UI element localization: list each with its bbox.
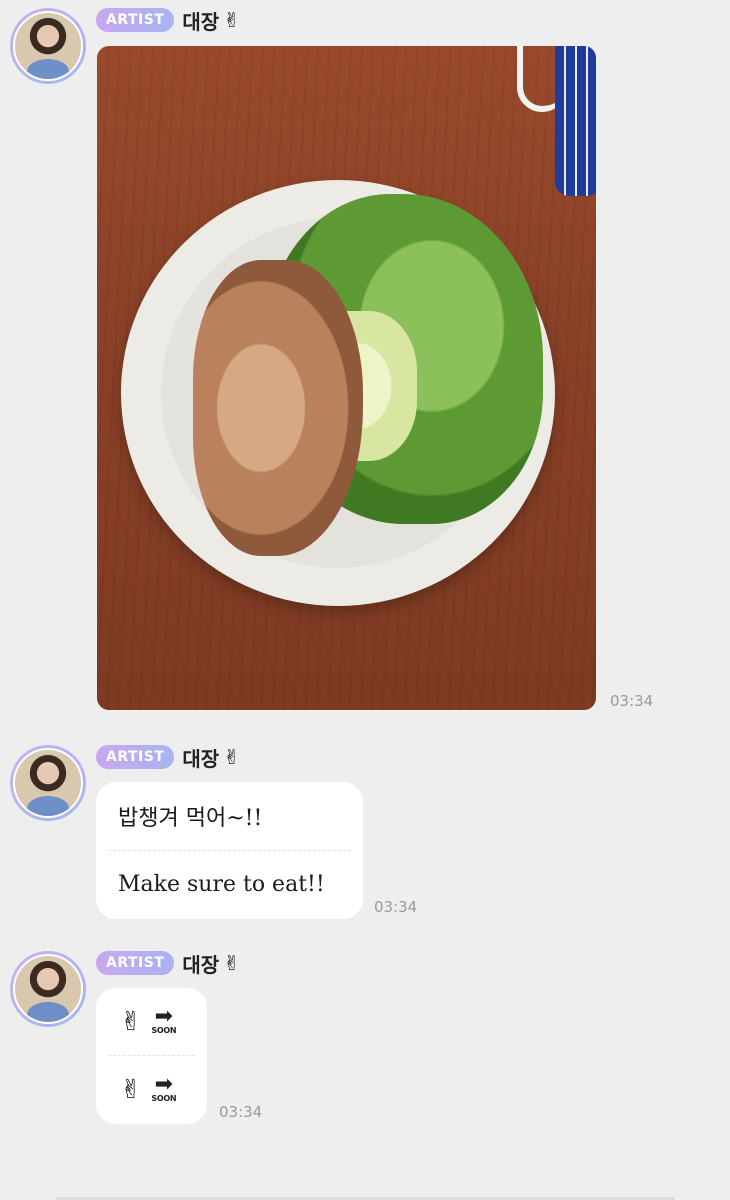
peace-sign-icon: ✌: [223, 745, 240, 769]
soon-arrow-icon: ➡ SOON: [151, 1004, 177, 1036]
food-photo[interactable]: [97, 46, 596, 710]
peace-sign-icon: ✌: [223, 8, 240, 32]
sticker-item: ✌ ➡ SOON: [96, 988, 207, 1055]
message-line-english: Make sure to eat!!: [118, 872, 325, 897]
artist-badge: ARTIST: [96, 745, 175, 769]
message-time: 03:34: [610, 692, 654, 710]
artist-badge: ARTIST: [96, 951, 175, 975]
sender-name: 대장: [182, 952, 220, 977]
sender-name: 대장: [182, 9, 220, 34]
mug: [555, 46, 596, 196]
avatar[interactable]: [10, 745, 86, 821]
message-time: 03:34: [219, 1103, 263, 1121]
peace-sign-icon: ✌: [120, 1006, 142, 1037]
sender-row: ARTIST 대장 ✌: [96, 743, 240, 771]
sender-row: ARTIST 대장 ✌: [96, 6, 240, 34]
grilled-chicken: [193, 260, 363, 556]
sender-name: 대장: [182, 746, 220, 771]
avatar[interactable]: [10, 951, 86, 1027]
peace-sign-icon: ✌: [223, 951, 240, 975]
text-bubble[interactable]: 밥챙겨 먹어~!! Make sure to eat!!: [96, 782, 363, 919]
artist-badge: ARTIST: [96, 8, 175, 32]
sticker-bubble[interactable]: ✌ ➡ SOON ✌ ➡ SOON: [96, 988, 207, 1124]
peace-sign-icon: ✌: [120, 1074, 142, 1105]
soon-arrow-icon: ➡ SOON: [151, 1072, 177, 1104]
avatar[interactable]: [10, 8, 86, 84]
sticker-item: ✌ ➡ SOON: [96, 1056, 207, 1123]
message-line-korean: 밥챙겨 먹어~!!: [118, 806, 263, 831]
sender-row: ARTIST 대장 ✌: [96, 949, 240, 977]
message-time: 03:34: [374, 898, 418, 916]
